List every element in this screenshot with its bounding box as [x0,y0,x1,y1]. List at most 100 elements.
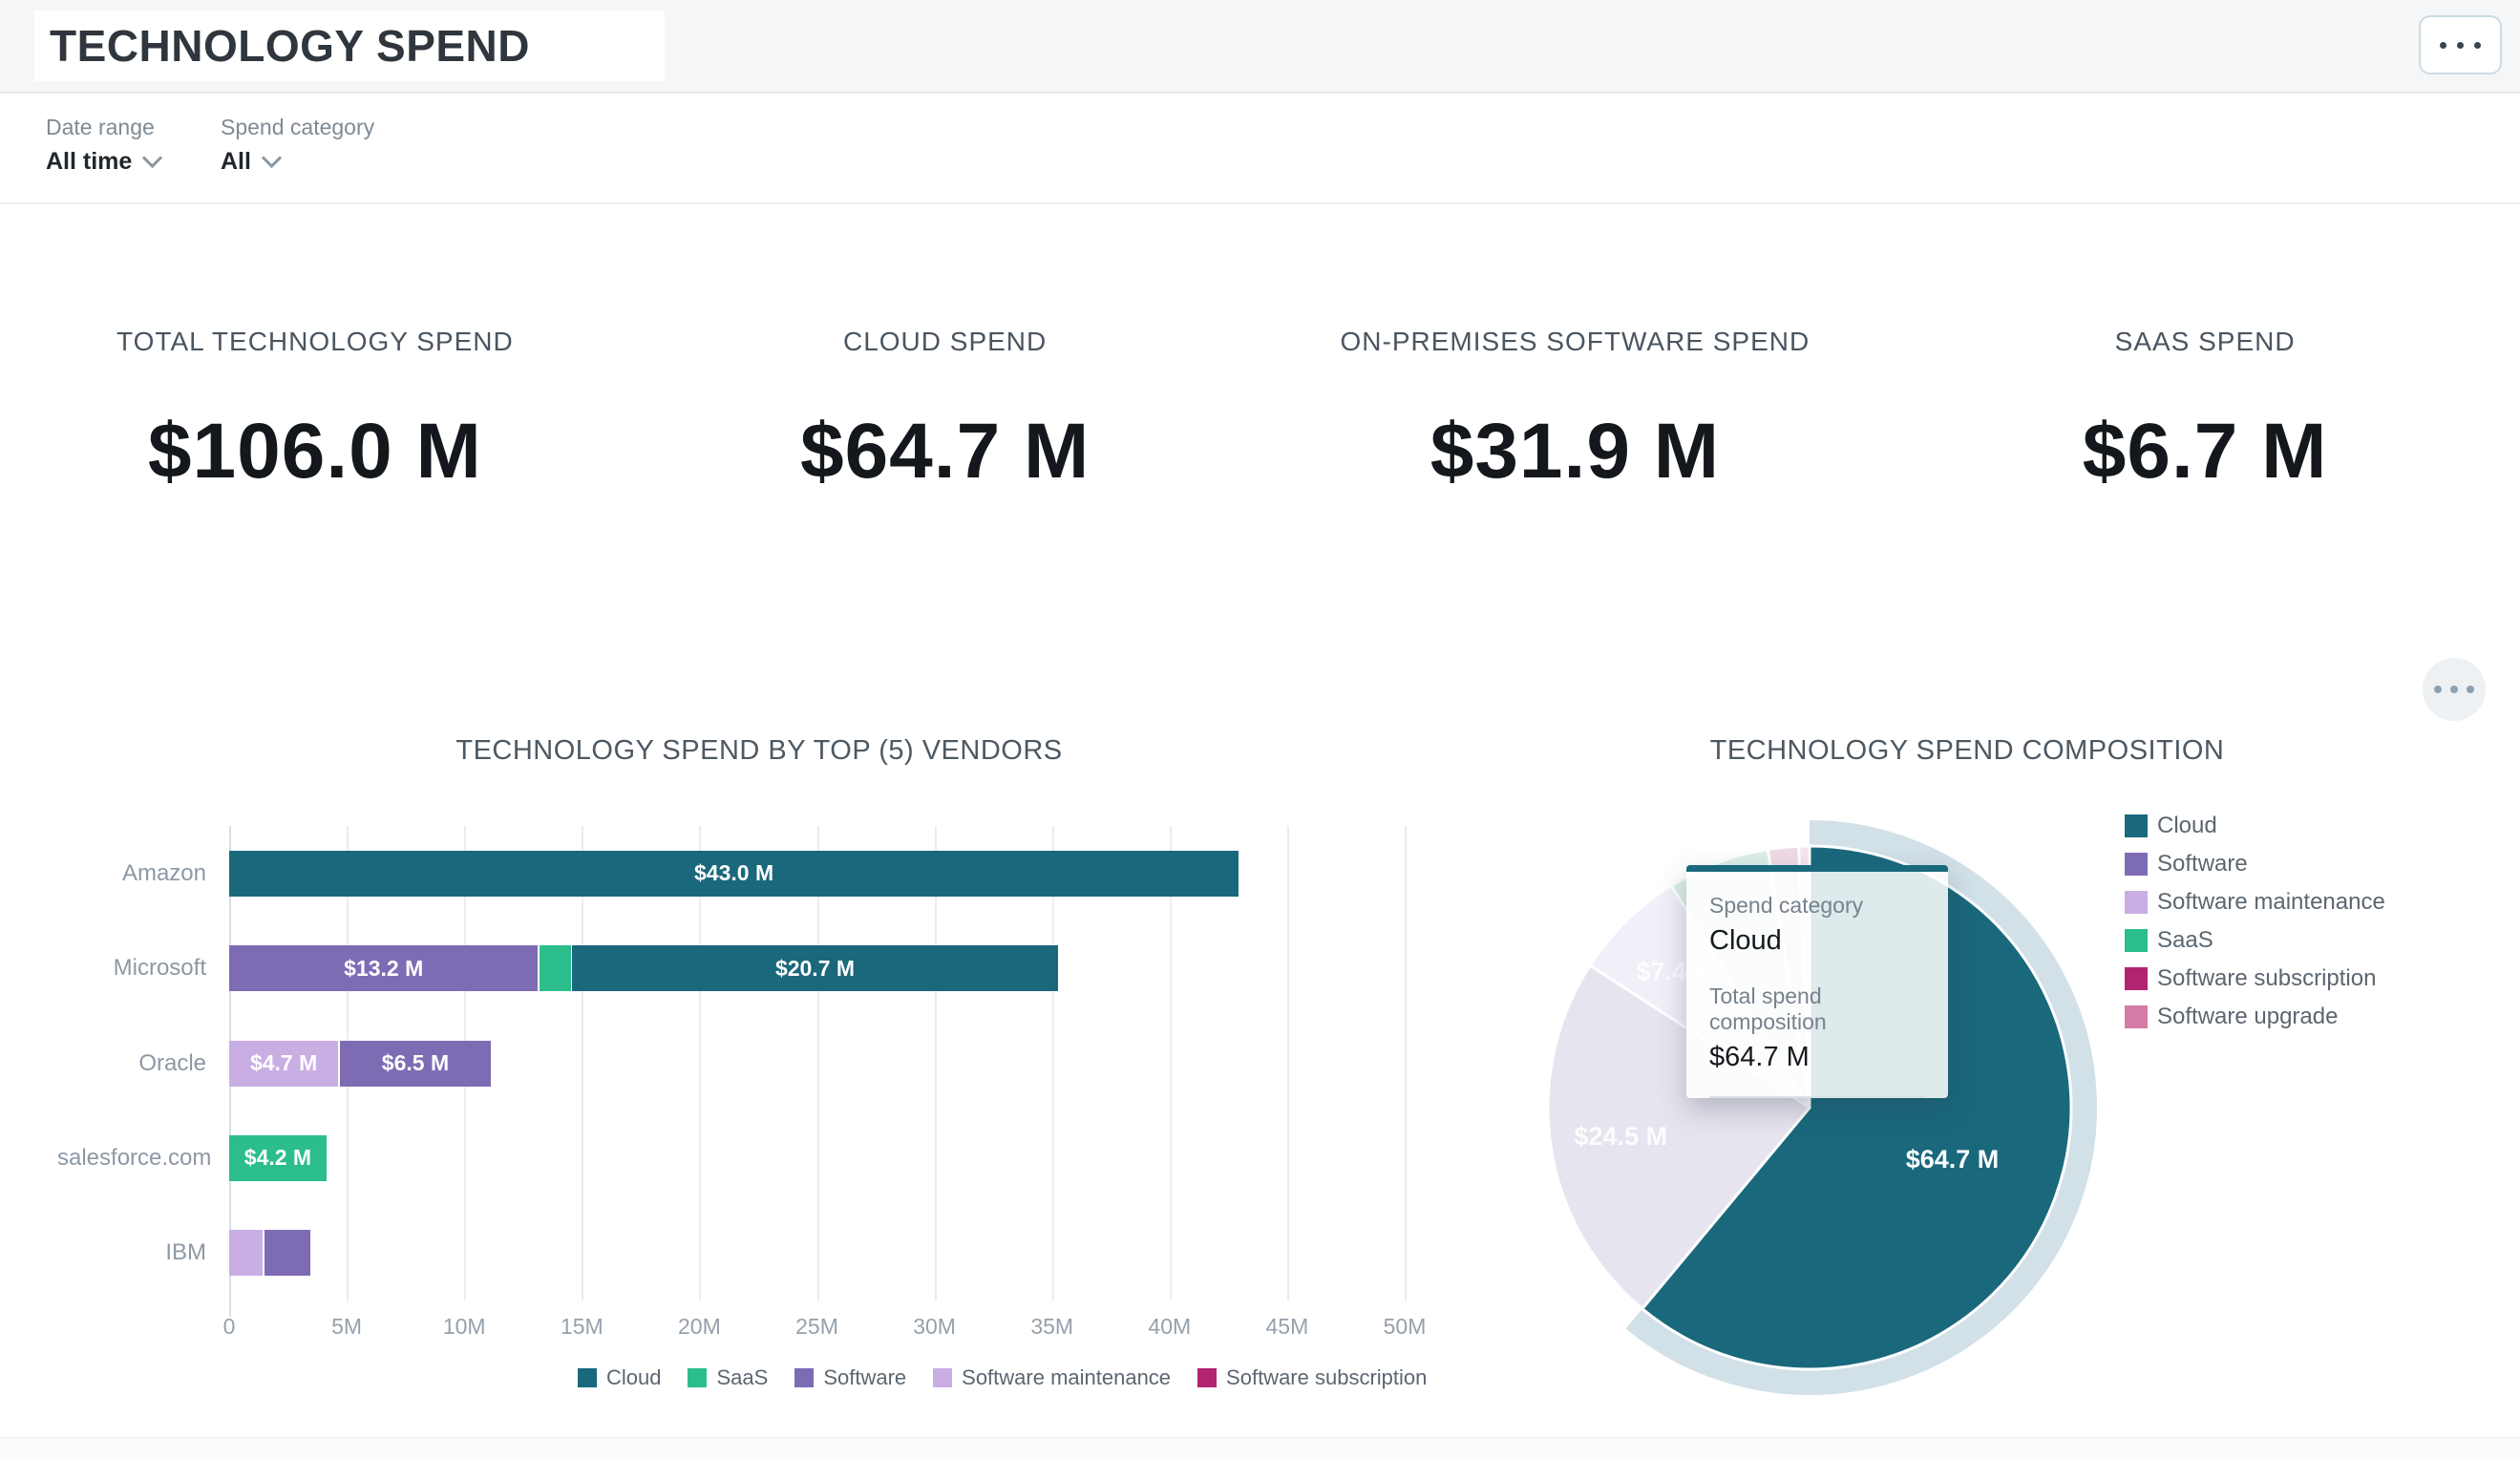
kpi-cloud-spend: CLOUD SPEND $64.7 M [630,204,1260,497]
legend-item-software-subscription[interactable]: Software subscription [2125,965,2385,992]
legend-swatch [794,1368,814,1387]
y-axis-category-label: IBM [57,1239,206,1266]
pie-chart-spend-composition: TECHNOLOGY SPEND COMPOSITION $64.7 M $24.… [1471,724,2502,1457]
legend-item-cloud[interactable]: Cloud [2125,813,2385,839]
x-axis-tick-label: 30M [878,1314,992,1340]
bar-segment-microsoft-software[interactable]: $13.2 M [229,945,538,991]
legend-item-software[interactable]: Software [2125,851,2385,878]
legend-label: Software [823,1365,906,1390]
y-axis-category-label: Oracle [57,1050,206,1077]
legend-swatch [2125,1005,2148,1028]
legend-label: Software upgrade [2157,1004,2338,1030]
bar-segment-amazon-cloud[interactable]: $43.0 M [229,851,1239,897]
tooltip-metric-value: $64.7 M [1709,1042,1925,1073]
legend-item-software-maintenance[interactable]: Software maintenance [933,1365,1171,1390]
legend-swatch [2125,891,2148,914]
x-axis-tick-label: 35M [995,1314,1110,1340]
kpi-value: $6.7 M [1890,407,2520,497]
filter-value: All time [46,148,132,176]
x-axis-tick-label: 10M [407,1314,521,1340]
next-section-edge [0,1437,2520,1459]
tooltip-metric-label: Total spend composition [1709,983,1925,1035]
bar-chart-plot-area: 05M10M15M20M25M30M35M40M45M50M$43.0 M$13… [229,826,1405,1300]
ellipsis-icon [2423,658,2486,721]
bar-value-label: $13.2 M [344,956,423,982]
filter-label: Date range [46,115,159,140]
bar-gridline [582,826,583,1300]
legend-label: Software maintenance [962,1365,1171,1390]
filter-label: Spend category [221,115,374,140]
legend-swatch [2125,929,2148,952]
bar-gridline [1170,826,1172,1300]
legend-label: Software [2157,851,2248,878]
kpi-label: ON-PREMISES SOFTWARE SPEND [1260,327,1891,357]
legend-swatch [578,1368,597,1387]
bar-segment-ibm-software-maintenance[interactable] [229,1230,263,1276]
page-title: TECHNOLOGY SPEND [50,20,530,72]
section-menu-button[interactable] [2423,658,2486,721]
bar-segment-oracle-software[interactable]: $6.5 M [340,1041,492,1087]
legend-swatch [2125,853,2148,876]
bar-segment-microsoft-cloud[interactable]: $20.7 M [572,945,1057,991]
kpi-label: SAAS SPEND [1890,327,2520,357]
filter-spend-category[interactable]: Spend category All [221,115,374,176]
bar-value-label: $4.7 M [250,1050,317,1076]
x-axis-tick-label: 50M [1347,1314,1462,1340]
legend-label: Software subscription [1226,1365,1427,1390]
page-header: TECHNOLOGY SPEND [0,0,2520,94]
filter-value: All [221,148,251,176]
bar-gridline [1287,826,1289,1300]
legend-swatch [933,1368,952,1387]
y-axis-category-label: salesforce.com [57,1145,206,1172]
kpi-value: $106.0 M [0,407,630,497]
legend-swatch [1197,1368,1217,1387]
kpi-label: CLOUD SPEND [630,327,1260,357]
y-axis-category-label: Microsoft [57,955,206,982]
bar-segment-microsoft-saas[interactable] [540,945,571,991]
legend-item-saas[interactable]: SaaS [688,1365,768,1390]
dashboard-title-box[interactable]: TECHNOLOGY SPEND [34,11,665,81]
bar-segment-ibm-software[interactable] [265,1230,310,1276]
bar-value-label: $20.7 M [775,956,855,982]
legend-label: Software maintenance [2157,889,2385,916]
x-axis-tick-label: 15M [524,1314,639,1340]
x-axis-tick-label: 0 [172,1314,286,1340]
legend-item-saas[interactable]: SaaS [2125,927,2385,954]
legend-item-cloud[interactable]: Cloud [578,1365,661,1390]
legend-item-software-maintenance[interactable]: Software maintenance [2125,889,2385,916]
chevron-down-icon [142,148,162,168]
legend-label: SaaS [2157,927,2213,954]
header-menu-button[interactable] [2419,15,2502,74]
bar-gridline [817,826,819,1300]
kpi-row: TOTAL TECHNOLOGY SPEND $106.0 M CLOUD SP… [0,204,2520,497]
kpi-total-technology-spend: TOTAL TECHNOLOGY SPEND $106.0 M [0,204,630,497]
pie-chart-title: TECHNOLOGY SPEND COMPOSITION [1471,735,2464,767]
pie-slice-value-label: $24.5 M [1575,1122,1668,1151]
kpi-value: $31.9 M [1260,407,1891,497]
bar-gridline [1052,826,1054,1300]
pie-slice-value-label: $64.7 M [1906,1145,2000,1174]
legend-label: Software subscription [2157,965,2376,992]
tooltip-field-value: Cloud [1709,925,1925,957]
legend-item-software-subscription[interactable]: Software subscription [1197,1365,1427,1390]
tooltip-field-label: Spend category [1709,893,1925,919]
bar-chart-legend: Cloud SaaS Software Software maintenance Sof… [578,1365,1427,1390]
legend-swatch [2125,967,2148,990]
legend-item-software[interactable]: Software [794,1365,906,1390]
legend-label: SaaS [716,1365,768,1390]
chevron-down-icon [262,148,282,168]
filter-date-range[interactable]: Date range All time [46,115,159,176]
pie-chart-legend: Cloud Software Software maintenance SaaS Sof… [2125,813,2385,1030]
bar-gridline [1405,826,1407,1300]
filter-bar: Date range All time Spend category All [0,94,2520,204]
kpi-value: $64.7 M [630,407,1260,497]
bar-chart-title: TECHNOLOGY SPEND BY TOP (5) VENDORS [57,735,1461,767]
x-axis-tick-label: 20M [642,1314,756,1340]
bar-segment-oracle-software-maintenance[interactable]: $4.7 M [229,1041,338,1087]
legend-swatch [688,1368,707,1387]
legend-item-software-upgrade[interactable]: Software upgrade [2125,1004,2385,1030]
bar-segment-salesforce.com-saas[interactable]: $4.2 M [229,1135,327,1181]
legend-label: Cloud [2157,813,2217,839]
kpi-saas-spend: SAAS SPEND $6.7 M [1890,204,2520,497]
y-axis-category-label: Amazon [57,860,206,887]
